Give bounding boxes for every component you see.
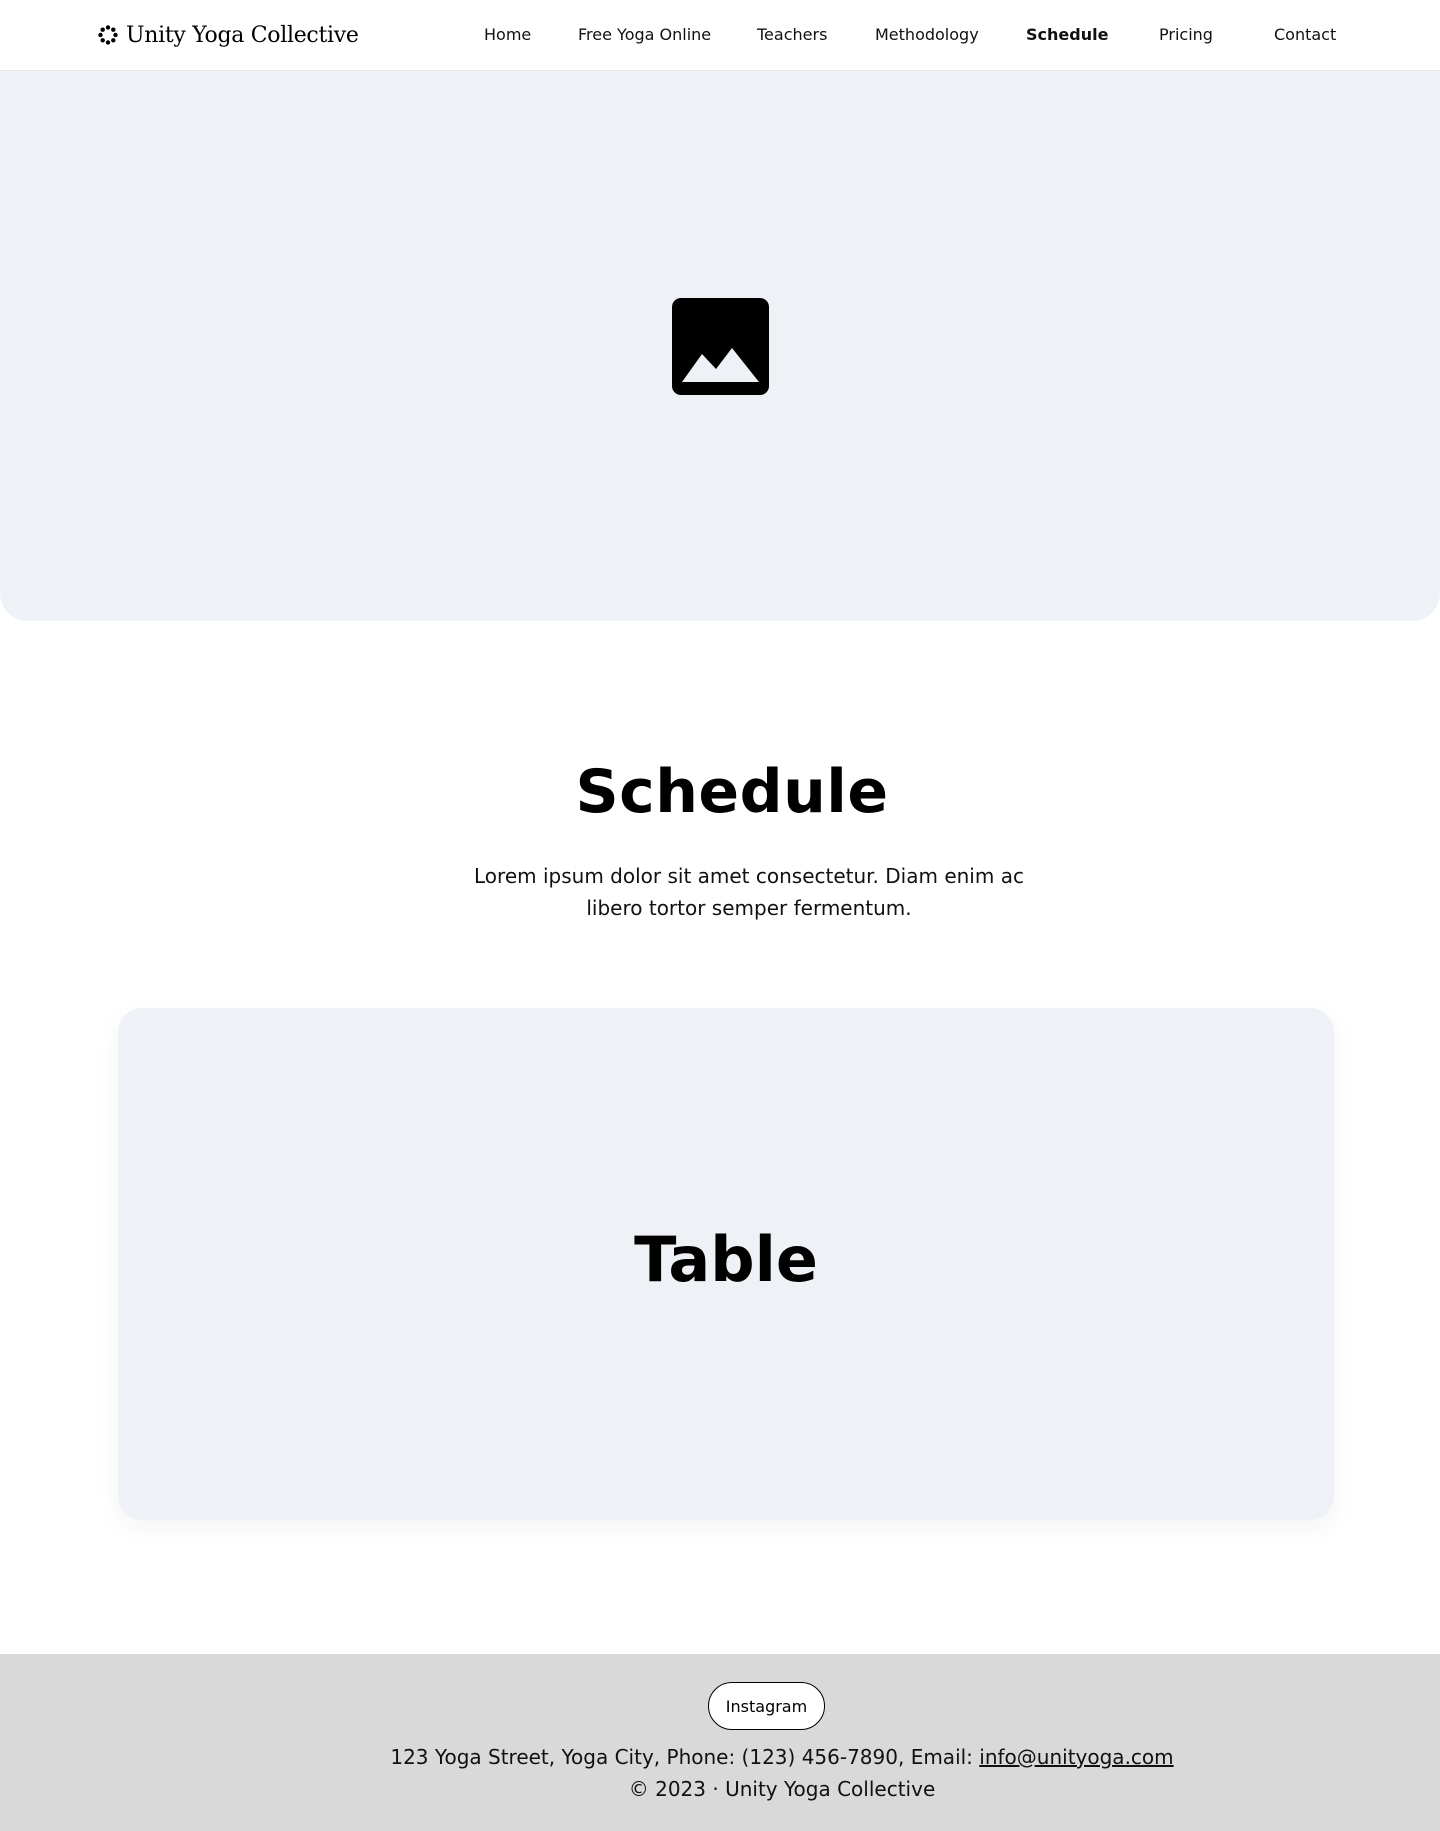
site-header: Unity Yoga Collective Home Free Yoga Onl… <box>0 0 1440 71</box>
nav-item-home[interactable]: Home <box>484 24 531 46</box>
footer-contact-line: 123 Yoga Street, Yoga City, Phone: (123)… <box>0 1743 1440 1771</box>
page: Unity Yoga Collective Home Free Yoga Onl… <box>0 0 1440 1831</box>
subtitle-line-1: Lorem ipsum dolor sit amet consectetur. … <box>474 864 1024 888</box>
instagram-button[interactable]: Instagram <box>708 1682 825 1730</box>
page-subtitle: Lorem ipsum dolor sit amet consectetur. … <box>470 860 1028 924</box>
nav-item-methodology[interactable]: Methodology <box>875 24 979 46</box>
nav-item-contact[interactable]: Contact <box>1274 24 1336 46</box>
nav-item-schedule[interactable]: Schedule <box>1026 24 1108 46</box>
page-title: Schedule <box>575 757 889 827</box>
nav-item-teachers[interactable]: Teachers <box>757 24 827 46</box>
schedule-table-placeholder: Table <box>118 1008 1334 1520</box>
nav-item-pricing[interactable]: Pricing <box>1159 24 1213 46</box>
image-placeholder-icon <box>672 298 769 395</box>
subtitle-line-2: libero tortor semper fermentum. <box>586 896 912 920</box>
site-footer: Instagram 123 Yoga Street, Yoga City, Ph… <box>0 1654 1440 1831</box>
table-placeholder-label: Table <box>634 1222 818 1296</box>
footer-email-link[interactable]: info@unityoga.com <box>979 1745 1173 1769</box>
hero-image-placeholder <box>0 71 1440 621</box>
footer-copyright: © 2023 · Unity Yoga Collective <box>628 1777 936 1801</box>
nav-item-free-yoga-online[interactable]: Free Yoga Online <box>578 24 711 46</box>
main-nav: Home Free Yoga Online Teachers Methodolo… <box>0 0 1440 71</box>
footer-address: 123 Yoga Street, Yoga City, Phone: (123)… <box>390 1745 980 1769</box>
